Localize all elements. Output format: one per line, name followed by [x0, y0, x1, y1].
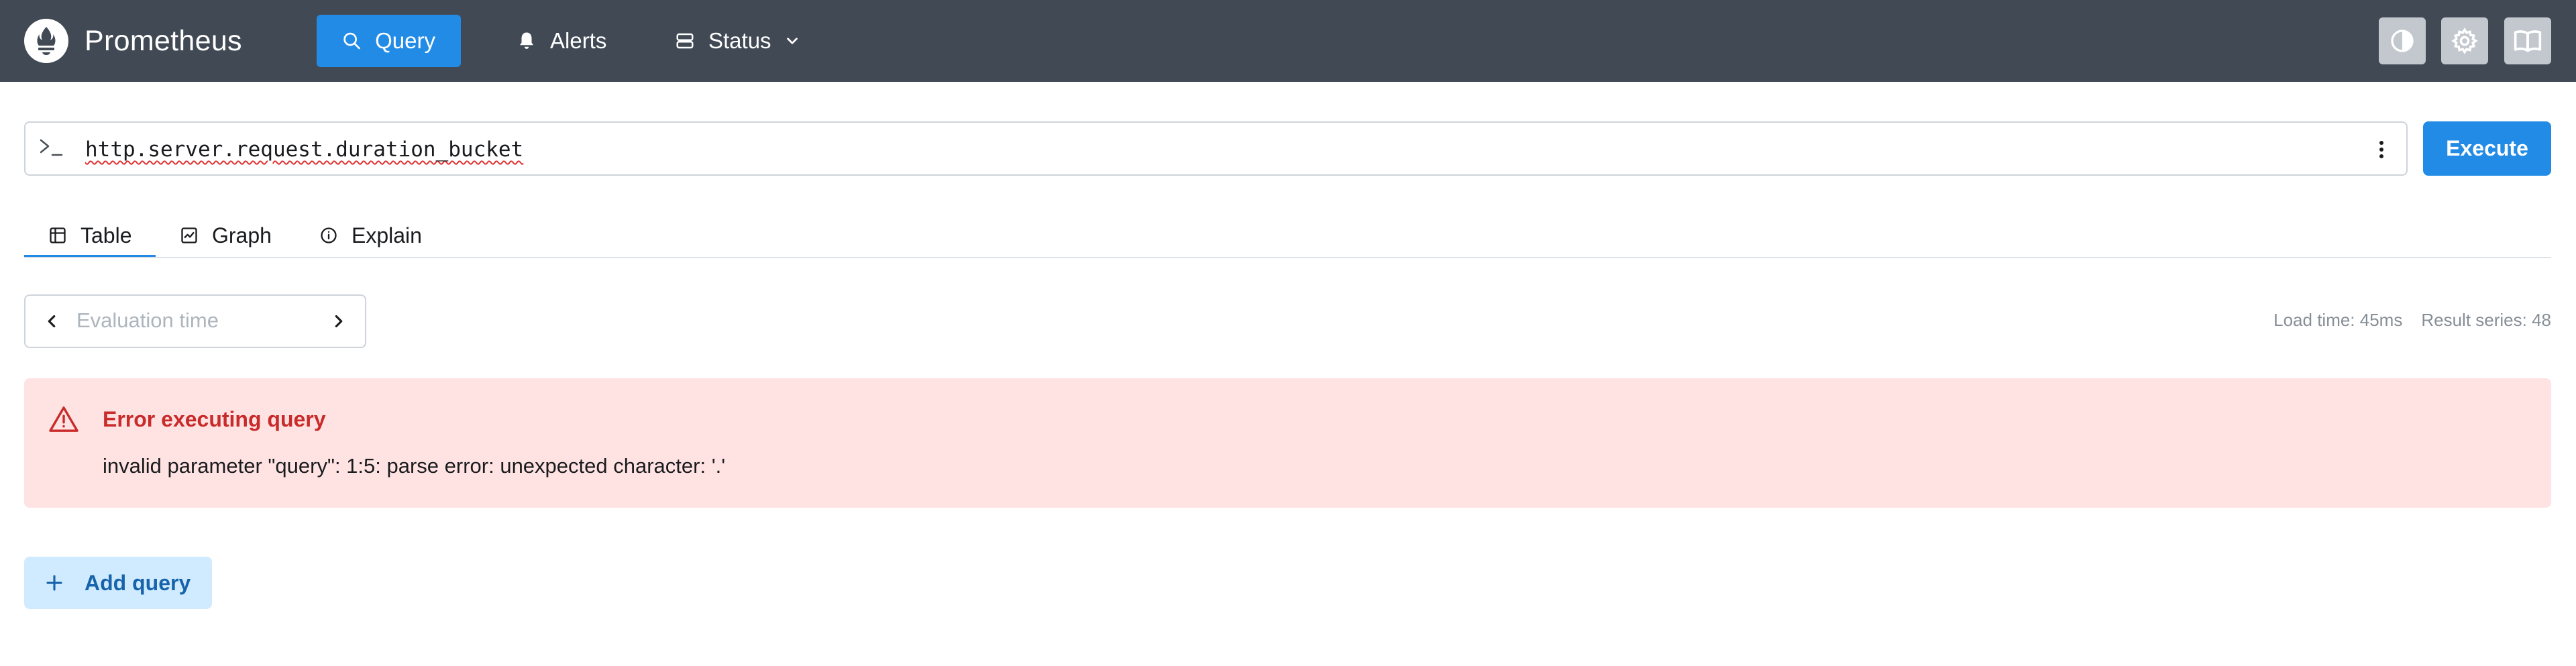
chevron-right-icon[interactable] — [329, 311, 349, 331]
query-expression-input[interactable]: http.server.request.duration_bucket — [24, 121, 2408, 176]
more-options-icon[interactable] — [2377, 137, 2386, 162]
evaluation-time-input[interactable]: Evaluation time — [76, 309, 219, 333]
add-query-button[interactable]: Add query — [24, 557, 212, 609]
nav-query-button[interactable]: Query — [317, 15, 461, 67]
result-series: Result series: 48 — [2421, 310, 2551, 330]
server-icon — [676, 33, 694, 49]
error-title: Error executing query — [103, 407, 326, 431]
tab-graph[interactable]: Graph — [180, 213, 272, 258]
tab-graph-label: Graph — [212, 223, 272, 247]
tab-explain-label: Explain — [352, 223, 422, 247]
top-navbar: Prometheus Query Alerts Status — [0, 0, 2576, 82]
gear-icon — [2451, 27, 2478, 54]
settings-button[interactable] — [2441, 17, 2488, 64]
app-title: Prometheus — [85, 24, 242, 57]
nav-status-label: Status — [708, 28, 771, 53]
chevron-down-icon — [786, 38, 798, 44]
book-icon — [2514, 30, 2542, 52]
error-message: invalid parameter "query": 1:5: parse er… — [103, 454, 726, 478]
plus-icon — [46, 575, 62, 591]
docs-button[interactable] — [2504, 17, 2551, 64]
prometheus-logo-icon — [24, 19, 68, 63]
evaluation-time-picker[interactable]: Evaluation time — [24, 294, 366, 348]
search-icon — [343, 32, 360, 50]
query-expression-text[interactable]: http.server.request.duration_bucket — [85, 135, 523, 164]
chevron-left-icon[interactable] — [42, 311, 62, 331]
load-time: Load time: 45ms — [2273, 310, 2403, 330]
nav-status-dropdown[interactable]: Status — [649, 15, 826, 67]
terminal-prompt-icon — [40, 139, 63, 156]
execute-button[interactable]: Execute — [2423, 121, 2551, 176]
tabs-divider — [24, 257, 2551, 258]
info-icon — [321, 227, 337, 243]
tab-table-label: Table — [80, 223, 132, 247]
theme-toggle-icon — [2391, 30, 2414, 52]
table-icon — [50, 227, 66, 243]
nav-query-label: Query — [375, 28, 435, 53]
query-stats: Load time: 45ms Result series: 48 — [2273, 310, 2551, 331]
add-query-label: Add query — [85, 570, 191, 595]
bell-icon — [520, 32, 533, 49]
tab-table[interactable]: Table — [24, 213, 156, 258]
nav-alerts-button[interactable]: Alerts — [491, 15, 632, 67]
nav-alerts-label: Alerts — [550, 28, 607, 53]
warning-triangle-icon — [49, 406, 78, 432]
error-alert: Error executing query invalid parameter … — [24, 378, 2551, 508]
theme-toggle-button[interactable] — [2379, 17, 2426, 64]
chart-icon — [181, 227, 197, 243]
tab-explain[interactable]: Explain — [319, 213, 422, 258]
brand[interactable]: Prometheus — [24, 19, 242, 63]
